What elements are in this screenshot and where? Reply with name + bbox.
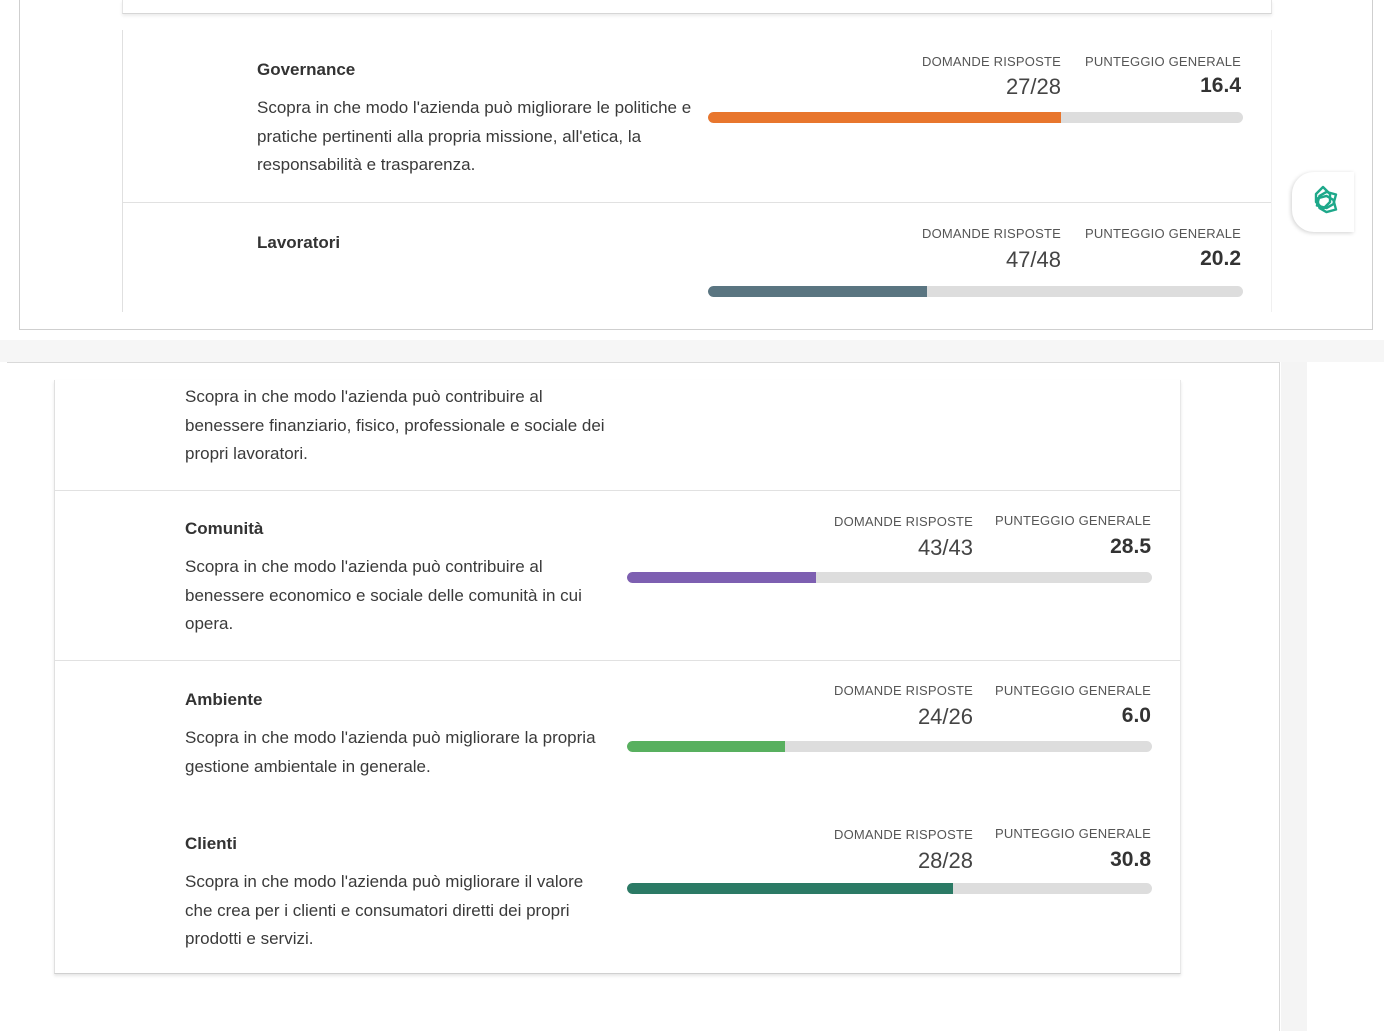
impact-area-comunita[interactable]: Comunità Scopra in che modo l'azienda pu… bbox=[55, 491, 1180, 661]
impact-area-ambiente[interactable]: Ambiente Scopra in che modo l'azienda pu… bbox=[55, 661, 1180, 806]
assistant-button[interactable] bbox=[1292, 172, 1354, 232]
area-title: Lavoratori bbox=[257, 233, 341, 252]
progress-bar bbox=[627, 572, 1152, 583]
answers-count: 27/28 bbox=[1005, 74, 1061, 99]
progress-bar-fill bbox=[627, 883, 953, 894]
impact-areas-card: Governance Scopra in che modo l'azienda … bbox=[122, 30, 1272, 312]
progress-bar bbox=[708, 112, 1243, 123]
progress-bar-fill bbox=[708, 112, 1062, 123]
answers-count: 43/43 bbox=[917, 535, 973, 560]
overall-score-label: PUNTEGGIO GENERALE bbox=[1084, 54, 1241, 69]
questions-answered-label: DOMANDE RISPOSTE bbox=[834, 827, 973, 842]
area-title: Governance bbox=[257, 60, 356, 79]
progress-bar bbox=[708, 286, 1243, 297]
area-description: Scopra in che modo l'azienda può contrib… bbox=[185, 387, 605, 463]
area-description: Scopra in che modo l'azienda può miglior… bbox=[185, 872, 584, 948]
area-description: Scopra in che modo l'azienda può miglior… bbox=[257, 98, 692, 174]
impact-area-clienti[interactable]: Clienti Scopra in che modo l'azienda può… bbox=[55, 806, 1180, 974]
area-title: Comunità bbox=[185, 519, 264, 538]
answers-count: 47/48 bbox=[1005, 247, 1061, 272]
progress-bar bbox=[627, 883, 1152, 894]
bottom-screenshot-panel: Scopra in che modo l'azienda può contrib… bbox=[0, 362, 1384, 1031]
overall-score: 30.8 bbox=[1110, 848, 1151, 871]
impact-area-lavoratori-description: Scopra in che modo l'azienda può contrib… bbox=[55, 380, 1180, 491]
overall-score: 16.4 bbox=[1200, 74, 1241, 97]
overall-score-label: PUNTEGGIO GENERALE bbox=[994, 513, 1151, 528]
questions-answered-label: DOMANDE RISPOSTE bbox=[834, 683, 973, 698]
area-title: Ambiente bbox=[185, 690, 263, 709]
answers-count: 24/26 bbox=[917, 704, 973, 729]
area-description: Scopra in che modo l'azienda può miglior… bbox=[185, 728, 596, 776]
answers-count: 28/28 bbox=[917, 848, 973, 873]
impact-area-governance[interactable]: Governance Scopra in che modo l'azienda … bbox=[123, 30, 1271, 203]
overall-score: 28.5 bbox=[1110, 535, 1151, 558]
progress-bar bbox=[627, 741, 1152, 752]
progress-bar-fill bbox=[627, 572, 816, 583]
overall-score: 6.0 bbox=[1121, 704, 1151, 727]
questions-answered-label: DOMANDE RISPOSTE bbox=[834, 514, 973, 529]
questions-answered-label: DOMANDE RISPOSTE bbox=[922, 226, 1061, 241]
questions-answered-label: DOMANDE RISPOSTE bbox=[922, 54, 1061, 69]
screenshot-separator bbox=[0, 340, 1384, 362]
page-margin bbox=[1281, 362, 1307, 1031]
overall-score-label: PUNTEGGIO GENERALE bbox=[994, 683, 1151, 698]
impact-area-lavoratori[interactable]: Lavoratori DOMANDE RISPOSTE PUNTEGGIO GE… bbox=[123, 203, 1271, 312]
assistant-icon bbox=[1314, 185, 1338, 214]
progress-bar-fill bbox=[627, 741, 785, 752]
overall-score: 20.2 bbox=[1200, 247, 1241, 270]
overall-score-label: PUNTEGGIO GENERALE bbox=[1084, 226, 1241, 241]
top-screenshot-panel: Governance Scopra in che modo l'azienda … bbox=[0, 0, 1384, 355]
previous-card-edge bbox=[122, 0, 1272, 14]
overall-score-label: PUNTEGGIO GENERALE bbox=[994, 826, 1151, 841]
progress-bar-fill bbox=[708, 286, 928, 297]
area-title: Clienti bbox=[185, 834, 237, 853]
impact-areas-card: Scopra in che modo l'azienda può contrib… bbox=[54, 380, 1181, 974]
area-description: Scopra in che modo l'azienda può contrib… bbox=[185, 557, 582, 633]
